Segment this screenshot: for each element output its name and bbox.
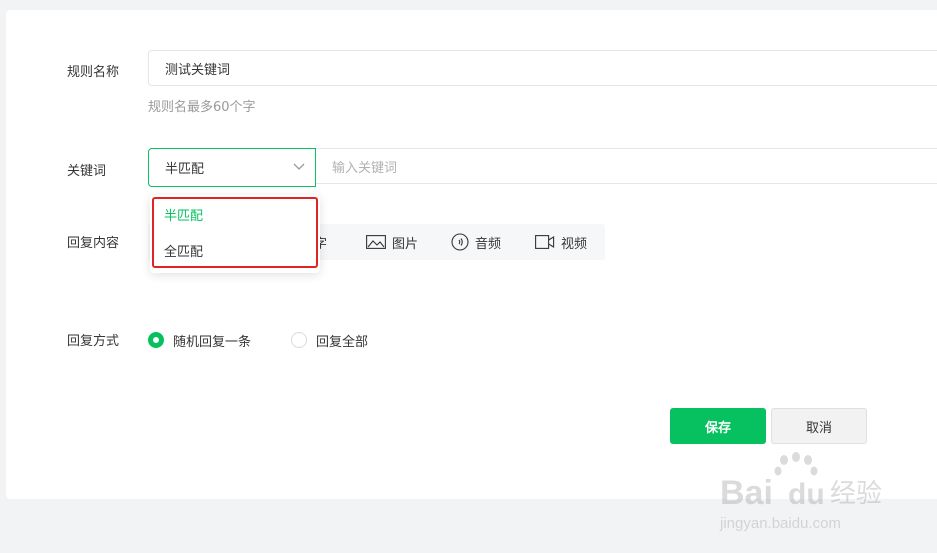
keyword-label: 关键词 <box>67 164 107 179</box>
radio-reply-all-label[interactable]: 回复全部 <box>316 331 368 350</box>
video-icon <box>535 235 555 249</box>
radio-random-one[interactable] <box>148 332 164 348</box>
cancel-button[interactable]: 取消 <box>771 408 867 444</box>
chevron-down-icon <box>293 163 305 170</box>
rule-name-hint: 规则名最多60个字 <box>148 100 256 115</box>
toolbar-image-label: 图片 <box>392 236 419 252</box>
watermark-url: jingyan.baidu.com <box>719 515 841 532</box>
reply-mode-label: 回复方式 <box>67 334 120 349</box>
toolbar-video-label: 视频 <box>561 236 588 252</box>
radio-reply-all[interactable] <box>291 332 307 348</box>
save-button[interactable]: 保存 <box>670 408 766 444</box>
image-icon <box>366 235 386 249</box>
match-type-select[interactable]: 半匹配 <box>148 148 316 187</box>
radio-random-one-label[interactable]: 随机回复一条 <box>173 331 251 350</box>
toolbar-audio-button[interactable]: 音频 <box>451 224 501 260</box>
svg-text:经验: 经验 <box>830 479 882 509</box>
audio-icon <box>451 233 469 251</box>
highlight-box <box>152 197 318 268</box>
toolbar-video-button[interactable]: 视频 <box>535 224 587 260</box>
svg-text:Bai: Bai <box>720 474 773 512</box>
keyword-placeholder: 输入关键词 <box>332 160 398 176</box>
svg-text:du: du <box>788 478 825 511</box>
match-type-value: 半匹配 <box>165 162 205 177</box>
rule-name-value: 测试关键词 <box>165 62 231 78</box>
rule-name-label: 规则名称 <box>67 65 120 80</box>
toolbar-audio-label: 音频 <box>475 236 502 252</box>
reply-content-label: 回复内容 <box>67 236 120 251</box>
keyword-input[interactable]: 输入关键词 <box>316 148 937 184</box>
baidu-jingyan-watermark: Bai du 经验 jingyan.baidu.com <box>719 452 882 532</box>
rule-name-input[interactable]: 测试关键词 <box>148 50 937 86</box>
toolbar-image-button[interactable]: 图片 <box>366 224 418 260</box>
